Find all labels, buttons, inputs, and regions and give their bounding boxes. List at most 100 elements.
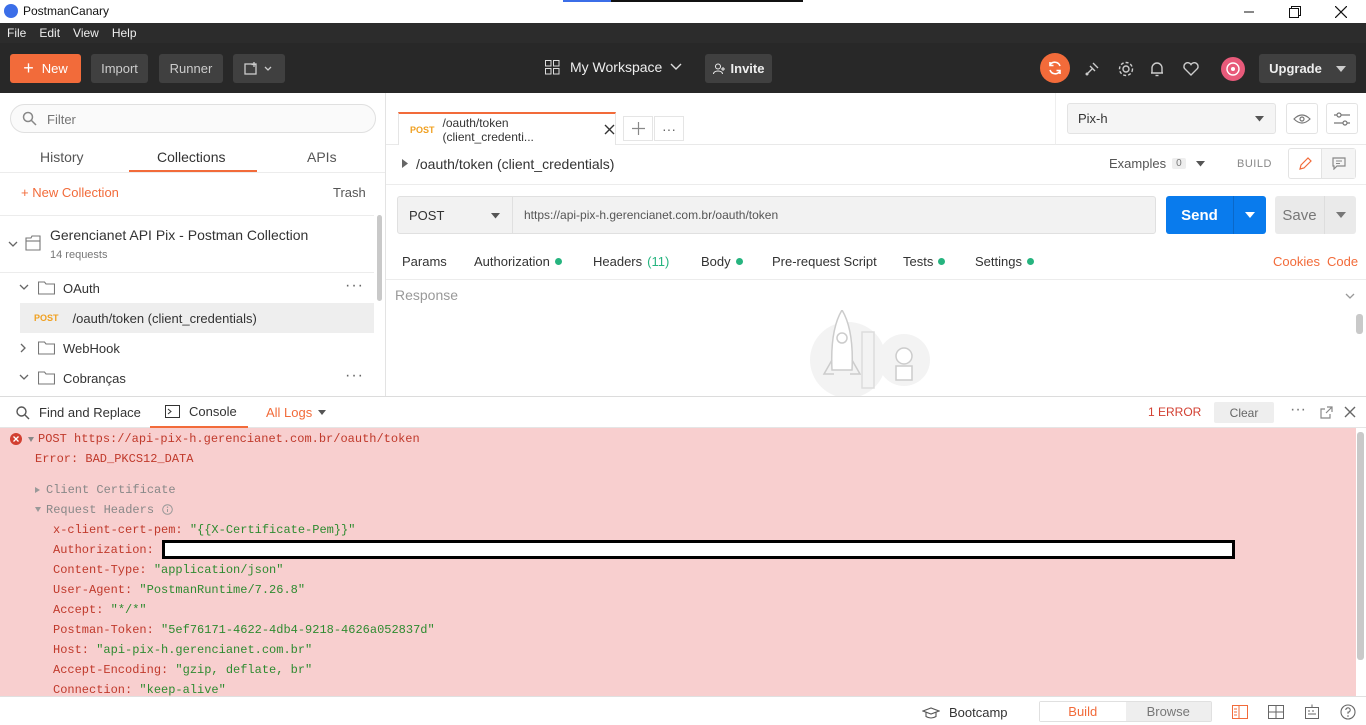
menu-view[interactable]: View [73, 26, 99, 40]
status-bar: Bootcamp Build Browse [0, 696, 1366, 725]
invite-button[interactable]: Invite [705, 54, 772, 83]
request-name[interactable]: /oauth/token (client_credentials) [416, 156, 614, 172]
tab-prerequest-script[interactable]: Pre-request Script [772, 254, 877, 269]
environment-select[interactable]: Pix-h [1067, 103, 1276, 134]
folder-oauth[interactable]: OAuth ··· [0, 273, 374, 303]
log-method: POST [38, 432, 67, 446]
tab-body[interactable]: Body [701, 254, 743, 269]
tab-settings[interactable]: Settings [975, 254, 1034, 269]
filter-field[interactable] [10, 104, 376, 133]
help-icon[interactable] [1340, 704, 1356, 720]
new-button[interactable]: + New [10, 54, 81, 83]
folder-webhook[interactable]: WebHook [0, 333, 374, 363]
url-input[interactable]: https://api-pix-h.gerencianet.com.br/oau… [512, 196, 1156, 234]
console-scrollbar[interactable] [1357, 432, 1364, 660]
caret-right-icon[interactable] [402, 159, 408, 168]
folder-cobrancas[interactable]: Cobranças ··· [0, 363, 374, 393]
upgrade-button[interactable]: Upgrade [1259, 54, 1356, 83]
new-tab-button[interactable] [623, 116, 653, 141]
tab-headers-label: Headers [593, 254, 643, 269]
collection-header[interactable]: Gerencianet API Pix - Postman Collection… [0, 215, 374, 273]
tab-authorization-label: Authorization [474, 254, 550, 269]
bootcamp-button[interactable]: Bootcamp [922, 705, 1008, 720]
tab-authorization[interactable]: Authorization [474, 254, 562, 269]
mode-switch: Build Browse [1039, 701, 1212, 722]
sync-button[interactable] [1040, 53, 1070, 83]
menu-edit[interactable]: Edit [39, 26, 60, 40]
notifications-button[interactable] [1146, 58, 1168, 80]
tab-options-button[interactable]: ··· [654, 116, 684, 141]
tab-headers[interactable]: Headers (11) [593, 254, 669, 269]
tab-history[interactable]: History [40, 149, 84, 165]
filter-input[interactable] [47, 110, 347, 128]
request-oauth-token[interactable]: POST /oauth/token (client_credentials) [20, 303, 374, 333]
build-mode-tab[interactable]: Build [1040, 702, 1126, 721]
close-window-button[interactable] [1318, 0, 1364, 23]
method-select[interactable]: POST [397, 196, 513, 234]
bell-icon [1151, 62, 1163, 77]
minimize-button[interactable] [1226, 0, 1272, 23]
client-certificate-section[interactable]: Client Certificate [46, 483, 176, 497]
request-tab[interactable]: POST /oauth/token (client_credenti... [398, 112, 616, 145]
comment-icon [1331, 157, 1346, 170]
chevron-down-icon [318, 410, 327, 415]
caret-right-icon[interactable] [35, 487, 40, 493]
heart-button[interactable] [1180, 58, 1202, 80]
clear-button[interactable]: Clear [1214, 402, 1274, 423]
workspace-switcher[interactable]: My Workspace [545, 59, 682, 75]
examples-dropdown[interactable]: Examples 0 [1109, 156, 1205, 171]
avatar[interactable] [1221, 57, 1245, 81]
chevron-down-icon[interactable] [8, 241, 18, 249]
layout-grid-icon[interactable] [1268, 705, 1284, 719]
settings-button[interactable] [1115, 58, 1137, 80]
save-button[interactable]: Save [1275, 196, 1325, 234]
environment-quick-look-button[interactable] [1286, 103, 1318, 134]
new-window-button[interactable] [233, 54, 285, 83]
tab-collections[interactable]: Collections [157, 149, 225, 165]
caret-down-icon[interactable] [28, 437, 34, 442]
sidebar-scrollbar[interactable] [377, 215, 382, 301]
send-button[interactable]: Send [1166, 196, 1234, 234]
log-level-select[interactable]: All Logs [266, 405, 327, 420]
upgrade-label: Upgrade [1269, 61, 1322, 76]
tab-apis[interactable]: APIs [307, 149, 337, 165]
response-scrollbar[interactable] [1356, 314, 1363, 334]
restore-button[interactable] [1272, 0, 1318, 23]
send-options-button[interactable] [1234, 196, 1266, 234]
trash-button[interactable]: Trash [333, 185, 366, 200]
log-entry-request[interactable]: POST https://api-pix-h.gerencianet.com.b… [38, 432, 420, 446]
cookies-link[interactable]: Cookies [1273, 254, 1320, 269]
two-pane-view-icon[interactable] [1232, 705, 1248, 719]
tab-tests[interactable]: Tests [903, 254, 946, 269]
new-collection-button[interactable]: + New Collection [21, 185, 119, 200]
caret-down-icon[interactable] [35, 507, 41, 512]
response-label: Response [395, 287, 459, 303]
more-options-icon[interactable]: ··· [345, 277, 364, 295]
headers-count: (11) [647, 254, 670, 269]
import-button[interactable]: Import [91, 54, 148, 83]
menu-help[interactable]: Help [112, 26, 137, 40]
expand-icon[interactable] [1320, 406, 1333, 419]
chevron-down-icon[interactable] [1345, 293, 1355, 299]
save-options-button[interactable] [1325, 196, 1356, 234]
find-replace-tab[interactable]: Find and Replace [16, 405, 141, 420]
manage-environments-button[interactable] [1326, 103, 1358, 134]
request-headers-section[interactable]: Request Headers [46, 503, 154, 517]
comments-button[interactable] [1322, 149, 1355, 178]
console-tab[interactable]: Console [150, 397, 248, 428]
capture-requests-button[interactable] [1081, 58, 1103, 80]
close-tab-icon[interactable] [604, 124, 615, 135]
runner-button[interactable]: Runner [159, 54, 223, 83]
folder-label: Cobranças [63, 370, 126, 386]
more-options-icon[interactable]: ··· [1290, 401, 1306, 419]
more-options-icon[interactable]: ··· [345, 367, 364, 385]
method-value: POST [409, 207, 445, 223]
tab-params[interactable]: Params [402, 254, 447, 269]
keyboard-shortcuts-icon[interactable] [1305, 704, 1319, 719]
browse-mode-tab[interactable]: Browse [1125, 702, 1211, 721]
header-row: Host: "api-pix-h.gerencianet.com.br" [53, 643, 312, 657]
code-link[interactable]: Code [1327, 254, 1358, 269]
close-icon[interactable] [1344, 406, 1356, 418]
menu-file[interactable]: File [7, 26, 26, 40]
build-mode-button[interactable] [1289, 149, 1323, 178]
